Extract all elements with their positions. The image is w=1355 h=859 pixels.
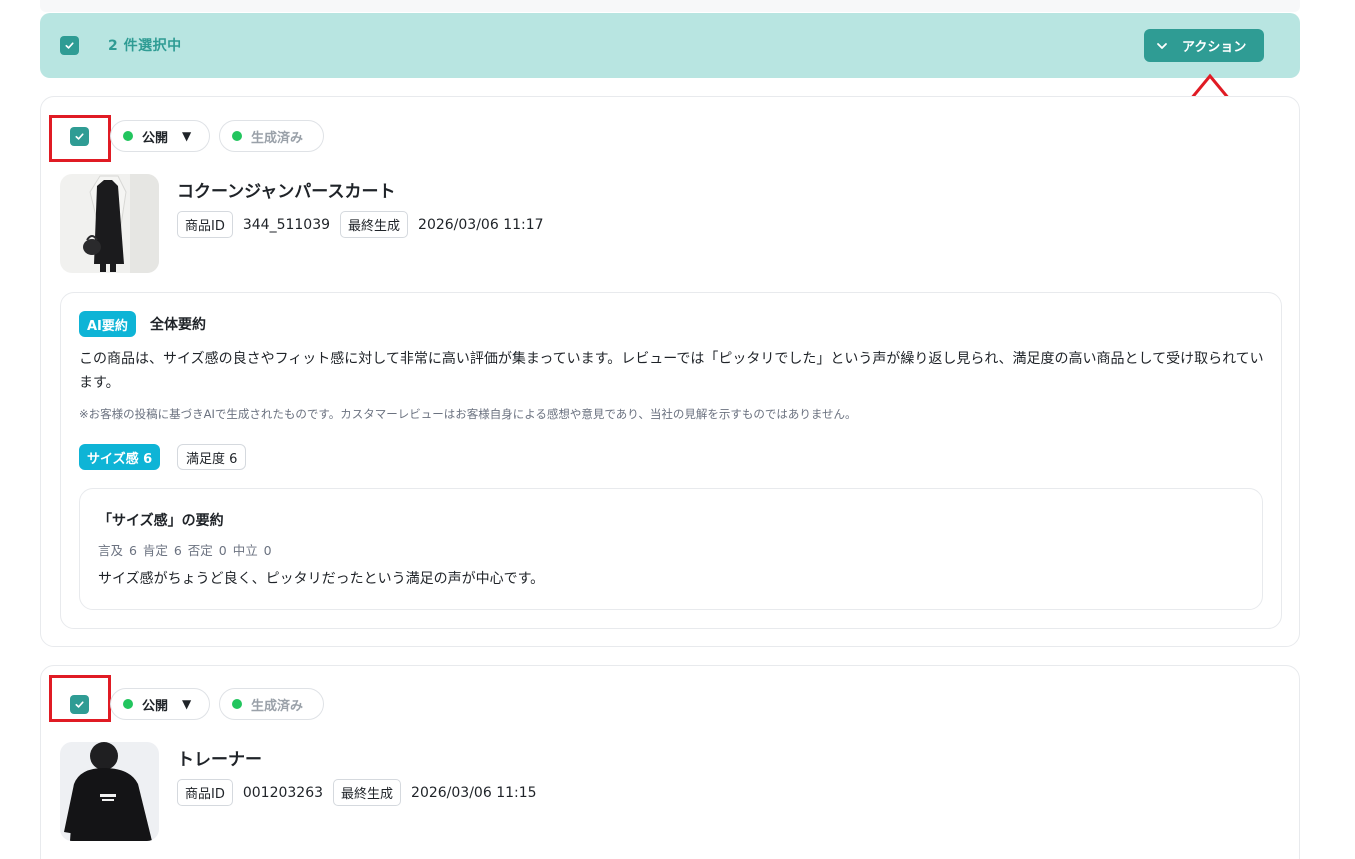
selected-count-label: 2 件選択中 bbox=[108, 38, 182, 54]
product-name: コクーンジャンパースカート bbox=[177, 182, 396, 202]
status-dot-icon bbox=[123, 131, 133, 141]
publish-status-label: 公開 bbox=[142, 130, 169, 146]
topic-summary-stats: 言及 6 肯定 6 否定 0 中立 0 bbox=[98, 543, 272, 558]
ai-disclaimer-note: ※お客様の投稿に基づきAIで生成されたものです。カスタマーレビューはお客様自身に… bbox=[79, 407, 857, 421]
chevron-down-icon bbox=[1157, 42, 1167, 49]
product-id-value: 001203263 bbox=[242, 784, 324, 801]
product-meta-row: 商品ID 001203263 最終生成 2026/03/06 11:15 bbox=[177, 779, 547, 806]
last-generated-tag: 最終生成 bbox=[340, 211, 409, 238]
product-select-checkbox[interactable] bbox=[70, 127, 89, 146]
topic-summary-text: サイズ感がちょうど良く、ピッタリだったという満足の声が中心です。 bbox=[98, 571, 545, 587]
generated-status-label: 生成済み bbox=[251, 130, 304, 146]
status-dot-icon bbox=[232, 131, 242, 141]
top-edge-strip bbox=[40, 0, 1300, 12]
product-name: トレーナー bbox=[177, 750, 262, 770]
last-generated-value: 2026/03/06 11:15 bbox=[411, 784, 537, 801]
product-thumbnail bbox=[60, 742, 159, 841]
product-card: 公開 ▼ 生成済み コクーンジャンパースカート 商品ID 344_511039 … bbox=[40, 96, 1300, 647]
action-dropdown-button[interactable]: アクション bbox=[1144, 29, 1264, 62]
product-meta-row: 商品ID 344_511039 最終生成 2026/03/06 11:17 bbox=[177, 211, 554, 238]
ai-summary-title: 全体要約 bbox=[150, 317, 206, 333]
ai-summary-body: この商品は、サイズ感の良さやフィット感に対して非常に高い評価が集まっています。レ… bbox=[79, 351, 1264, 391]
topic-chip-satisfaction[interactable]: 満足度 6 bbox=[177, 444, 247, 470]
generated-status-label: 生成済み bbox=[251, 698, 304, 714]
caret-down-icon: ▼ bbox=[182, 129, 192, 143]
publish-status-label: 公開 bbox=[142, 698, 169, 714]
check-icon bbox=[65, 42, 74, 49]
product-thumbnail bbox=[60, 174, 159, 273]
selection-bar: 2 件選択中 アクション bbox=[40, 13, 1300, 78]
topic-summary-panel: 「サイズ感」の要約 言及 6 肯定 6 否定 0 中立 0 サイズ感がちょうど良… bbox=[79, 488, 1263, 610]
check-icon bbox=[75, 701, 84, 708]
publish-status-dropdown[interactable]: 公開 ▼ bbox=[110, 120, 210, 152]
generated-status-badge: 生成済み bbox=[219, 120, 324, 152]
product-id-tag: 商品ID bbox=[177, 211, 233, 238]
last-generated-tag: 最終生成 bbox=[333, 779, 402, 806]
caret-down-icon: ▼ bbox=[182, 697, 192, 711]
status-dot-icon bbox=[123, 699, 133, 709]
generated-status-badge: 生成済み bbox=[219, 688, 324, 720]
product-id-value: 344_511039 bbox=[242, 216, 331, 233]
product-card: 公開 ▼ 生成済み トレーナー 商品ID 001203263 最終生成 2026… bbox=[40, 665, 1300, 859]
publish-status-dropdown[interactable]: 公開 ▼ bbox=[110, 688, 210, 720]
select-all-checkbox[interactable] bbox=[60, 36, 79, 55]
product-id-tag: 商品ID bbox=[177, 779, 233, 806]
check-icon bbox=[75, 133, 84, 140]
ai-summary-panel: AI要約 全体要約 この商品は、サイズ感の良さやフィット感に対して非常に高い評価… bbox=[60, 292, 1282, 629]
topic-summary-title: 「サイズ感」の要約 bbox=[98, 513, 224, 529]
status-dot-icon bbox=[232, 699, 242, 709]
ai-summary-badge: AI要約 bbox=[79, 311, 136, 337]
last-generated-value: 2026/03/06 11:17 bbox=[418, 216, 544, 233]
topic-chip-size[interactable]: サイズ感 6 bbox=[79, 444, 161, 470]
product-select-checkbox[interactable] bbox=[70, 695, 89, 714]
action-button-label: アクション bbox=[1182, 40, 1247, 55]
